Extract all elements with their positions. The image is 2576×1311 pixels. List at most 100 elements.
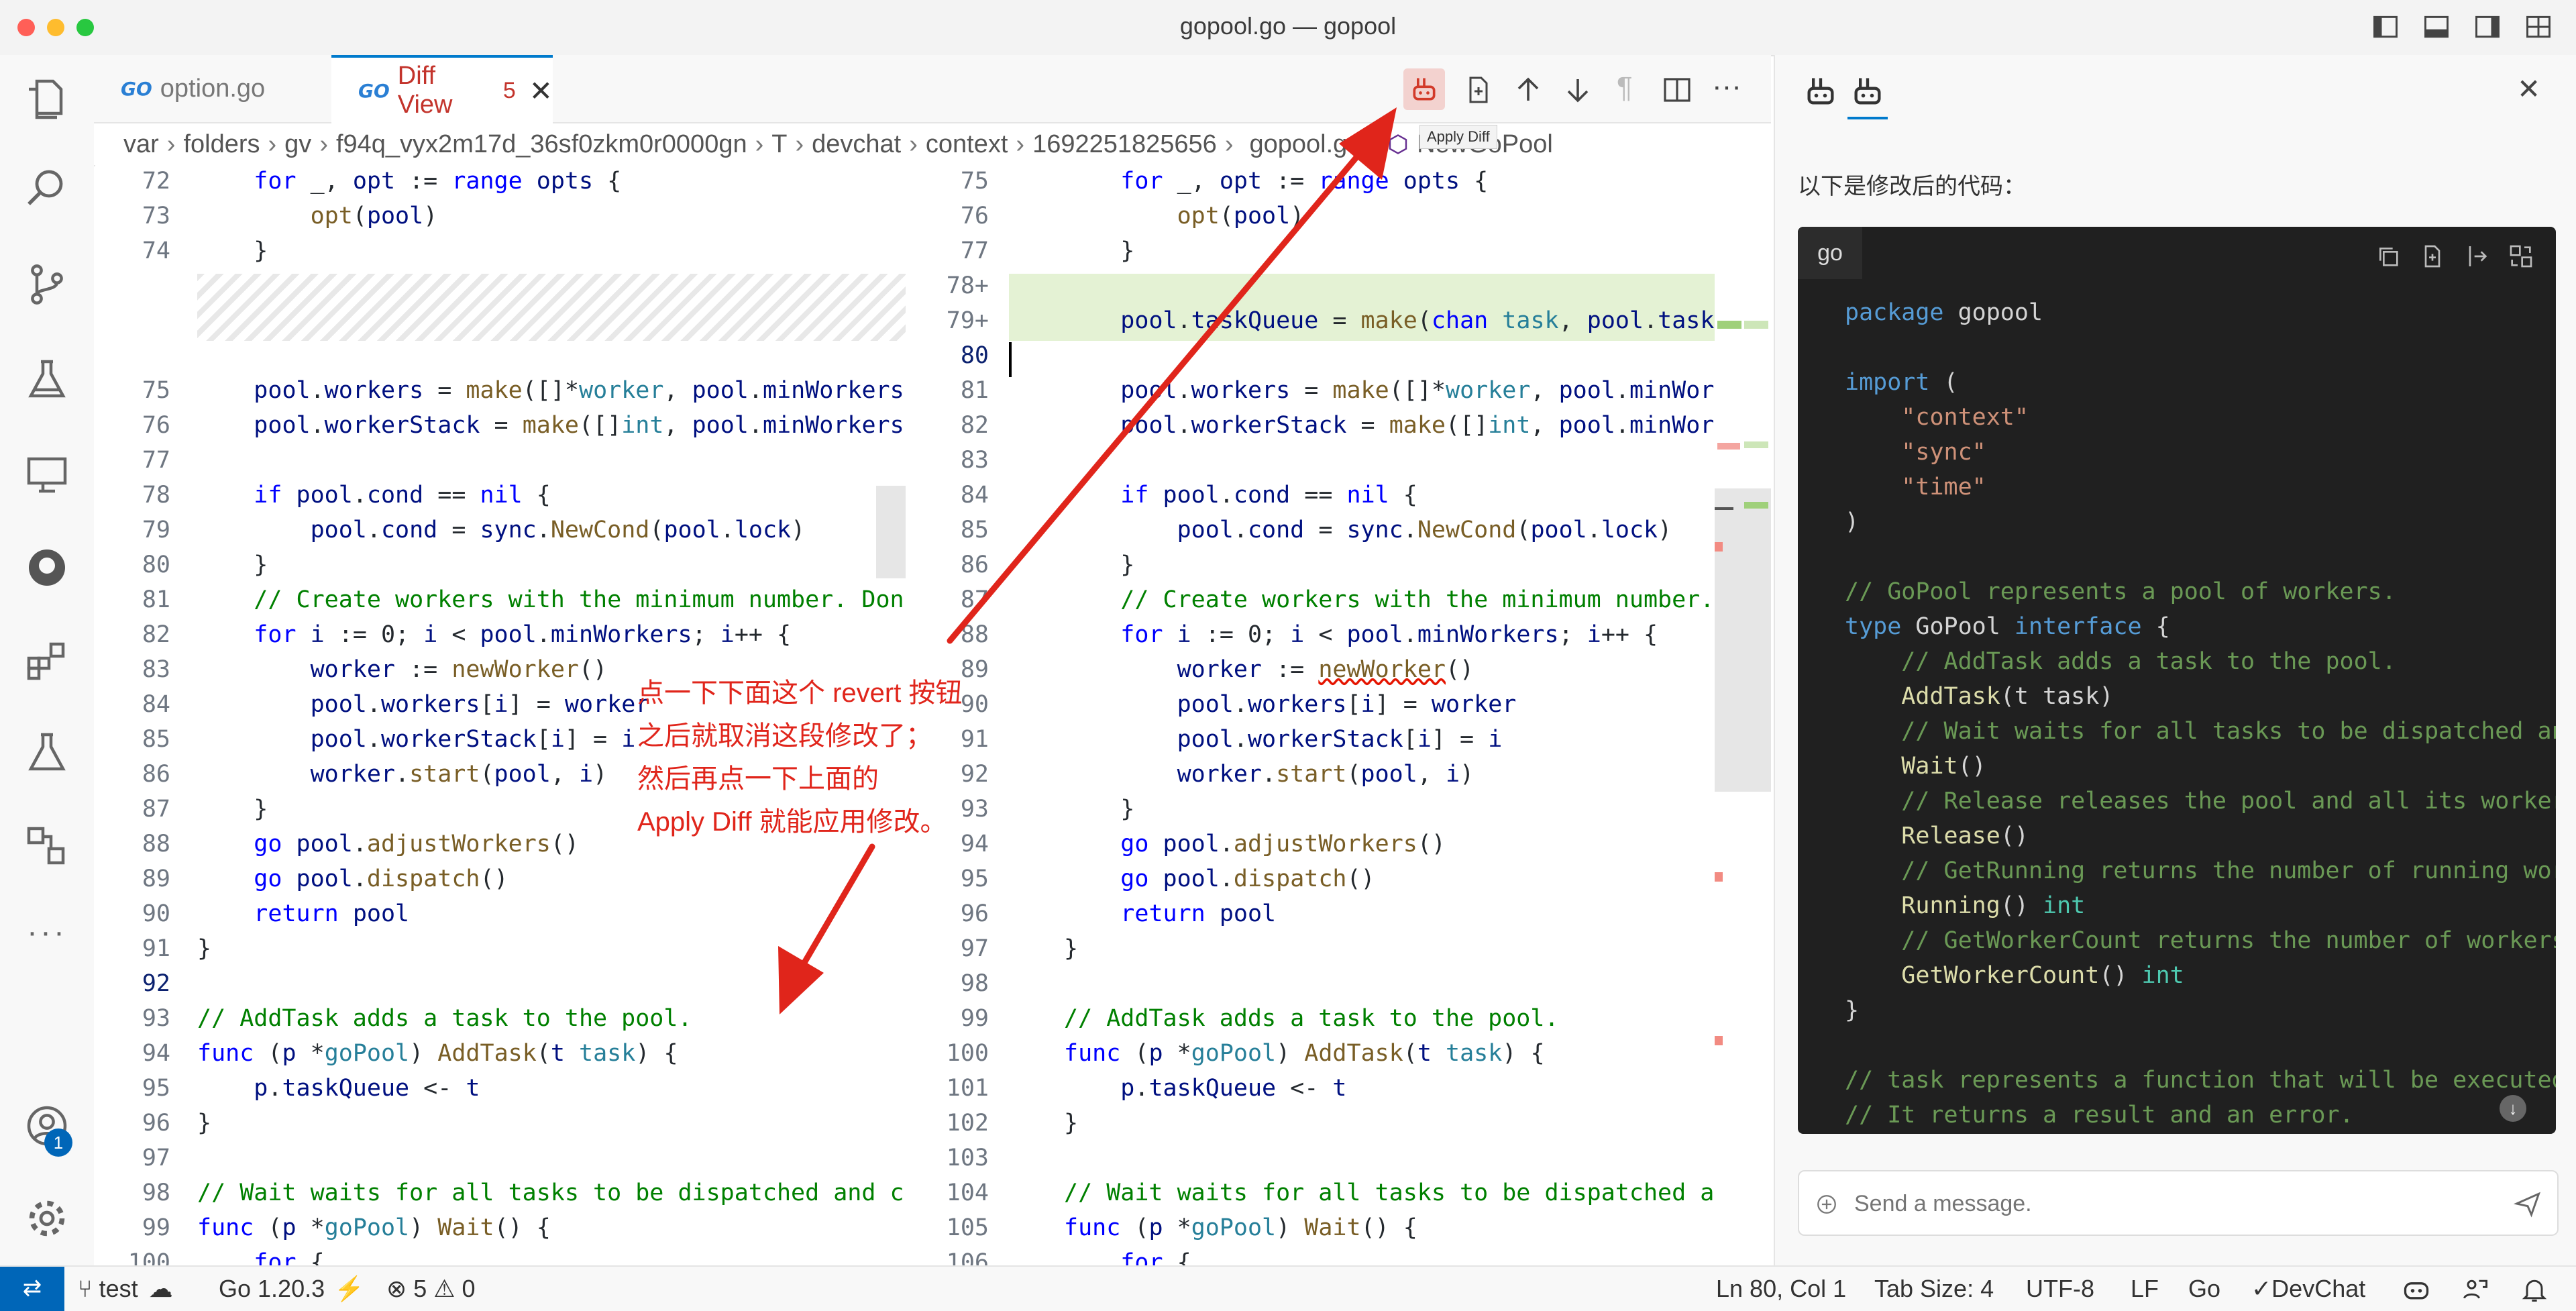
breadcrumb-item[interactable]: folders <box>183 130 260 159</box>
line-number: 76 <box>960 203 989 229</box>
more-icon[interactable]: ··· <box>27 914 67 951</box>
go-tools-icon[interactable]: ⚡ <box>334 1275 364 1303</box>
line-number: 95 <box>960 866 989 892</box>
line-number: 74 <box>142 238 170 264</box>
annotation-text: 然后再点一下上面的 <box>637 764 879 794</box>
copilot-icon[interactable] <box>2402 1275 2431 1304</box>
eol-status[interactable]: LF <box>2131 1275 2159 1303</box>
line-number: 85 <box>960 517 989 543</box>
toggle-panel-icon[interactable] <box>2422 12 2451 42</box>
breadcrumb-item[interactable]: context <box>926 130 1008 159</box>
source-control-icon[interactable] <box>23 260 71 309</box>
devchat-rabbit-icon <box>1413 78 1436 101</box>
line-number: 83 <box>142 656 170 683</box>
chevron-right-icon: › <box>755 129 764 158</box>
close-panel-icon[interactable]: ✕ <box>2517 72 2540 105</box>
scroll-down-icon[interactable]: ↓ <box>2500 1095 2526 1122</box>
git-branch-icon: ⑂ <box>78 1275 93 1302</box>
next-change-arrow-icon[interactable] <box>1562 74 1594 106</box>
diff-scroll-region <box>876 486 906 578</box>
cursor-position[interactable]: Ln 80, Col 1 <box>1716 1275 1846 1303</box>
settings-gear-icon[interactable] <box>23 1194 71 1243</box>
message-input[interactable] <box>1853 1185 2459 1222</box>
breadcrumb-item[interactable]: var <box>123 130 159 159</box>
beaker-icon[interactable] <box>23 729 71 777</box>
remote-indicator-icon[interactable]: ⇄ <box>0 1267 64 1311</box>
go-version-status[interactable]: Go 1.20.3 <box>219 1275 325 1303</box>
line-number: 75 <box>960 168 989 195</box>
apply-diff-button[interactable] <box>1403 68 1445 110</box>
devchat-status[interactable]: ✓DevChat <box>2251 1275 2365 1303</box>
notifications-bell-icon[interactable] <box>2520 1275 2549 1304</box>
line-number: 86 <box>142 761 170 788</box>
breadcrumb-item[interactable]: T <box>771 130 787 159</box>
split-editor-icon[interactable] <box>1661 74 1693 106</box>
testing-flask-icon[interactable] <box>23 356 71 404</box>
encoding-status[interactable]: UTF-8 <box>2026 1275 2094 1303</box>
language-mode-status[interactable]: Go <box>2188 1275 2220 1303</box>
breadcrumb-item[interactable]: 1692251825656 <box>1032 130 1217 159</box>
search-icon[interactable] <box>23 164 71 212</box>
line-number: 91 <box>142 935 170 962</box>
breadcrumb-item[interactable]: gopool.go <box>1249 130 1361 159</box>
copy-icon[interactable] <box>2375 243 2402 270</box>
overview-ruler[interactable] <box>1715 166 1771 1265</box>
line-number: 77 <box>142 447 170 474</box>
extensions-icon[interactable] <box>23 636 71 684</box>
chevron-right-icon: › <box>1016 129 1025 158</box>
tab-diff-view[interactable]: GO Diff View 5 ✕ <box>331 55 553 123</box>
line-number: 94 <box>142 1040 170 1067</box>
open-file-icon[interactable] <box>1462 74 1495 106</box>
line-number: 79+ <box>946 307 989 334</box>
line-number: 105 <box>946 1214 989 1241</box>
tab-size-status[interactable]: Tab Size: 4 <box>1874 1275 1994 1303</box>
line-number: 78+ <box>946 272 989 299</box>
line-number: 76 <box>142 412 170 439</box>
line-number: 104 <box>946 1179 989 1206</box>
customize-layout-icon[interactable] <box>2524 12 2553 42</box>
diff-modified-editor[interactable]: 75 76 77 78+ 79+ 80 81 82 83 84 85 86 87 88 89 90 91 92 93… <box>906 166 1715 1265</box>
send-icon[interactable] <box>2513 1189 2542 1218</box>
line-number: 72 <box>142 168 170 195</box>
explorer-icon[interactable] <box>23 75 71 123</box>
more-actions-icon[interactable]: ··· <box>1712 70 1741 103</box>
line-number: 84 <box>142 691 170 718</box>
toggle-secondary-sidebar-icon[interactable] <box>2473 12 2502 42</box>
breadcrumb-item[interactable]: gv <box>284 130 311 159</box>
replace-code-icon[interactable] <box>2508 243 2534 270</box>
tab-option-go[interactable]: GO option.go <box>121 55 342 122</box>
add-context-icon[interactable] <box>1815 1193 1838 1216</box>
problems-status[interactable]: ⊗ 5 ⚠ 0 <box>386 1275 476 1303</box>
remote-explorer-icon[interactable] <box>23 451 71 499</box>
window-title: gopool.go — gopool <box>1179 12 1397 40</box>
feedback-icon[interactable] <box>2461 1275 2490 1304</box>
whitespace-toggle-icon[interactable]: ¶ <box>1617 71 1633 105</box>
chat-input-box[interactable] <box>1798 1170 2559 1236</box>
line-number: 77 <box>960 238 989 264</box>
devchat-rabbit-icon[interactable] <box>1850 74 1885 109</box>
chevron-right-icon: › <box>1224 129 1234 158</box>
devchat-rabbit-icon[interactable] <box>1803 74 1838 109</box>
check-circle-icon: ✓ <box>2251 1275 2272 1302</box>
line-number: 98 <box>960 970 989 997</box>
chevron-right-icon: › <box>1369 129 1379 158</box>
github-icon[interactable] <box>23 543 71 592</box>
containers-icon[interactable] <box>23 823 71 871</box>
line-number: 88 <box>960 621 989 648</box>
line-number: 88 <box>142 831 170 857</box>
branch-status[interactable]: ⑂ test ☁ <box>78 1275 173 1303</box>
previous-change-arrow-icon[interactable] <box>1512 74 1544 106</box>
insert-code-icon[interactable] <box>2463 243 2490 270</box>
breadcrumb-item[interactable]: f94q_vyx2m17d_36sf0zkm0r0000gn <box>336 130 747 159</box>
diff-file-icon[interactable] <box>2419 243 2446 270</box>
line-number: 96 <box>142 1110 170 1137</box>
problems-count: 5 <box>502 77 516 103</box>
chevron-right-icon: › <box>909 129 918 158</box>
close-tab-icon[interactable]: ✕ <box>529 74 553 107</box>
devchat-panel: ✕ 以下是修改后的代码： go package gopool import ( … <box>1774 55 2576 1265</box>
line-number: 87 <box>960 586 989 613</box>
toggle-sidebar-icon[interactable] <box>2371 12 2400 42</box>
go-file-icon: GO <box>121 77 152 100</box>
breadcrumb-item[interactable]: devchat <box>812 130 901 159</box>
line-number: 96 <box>960 900 989 927</box>
